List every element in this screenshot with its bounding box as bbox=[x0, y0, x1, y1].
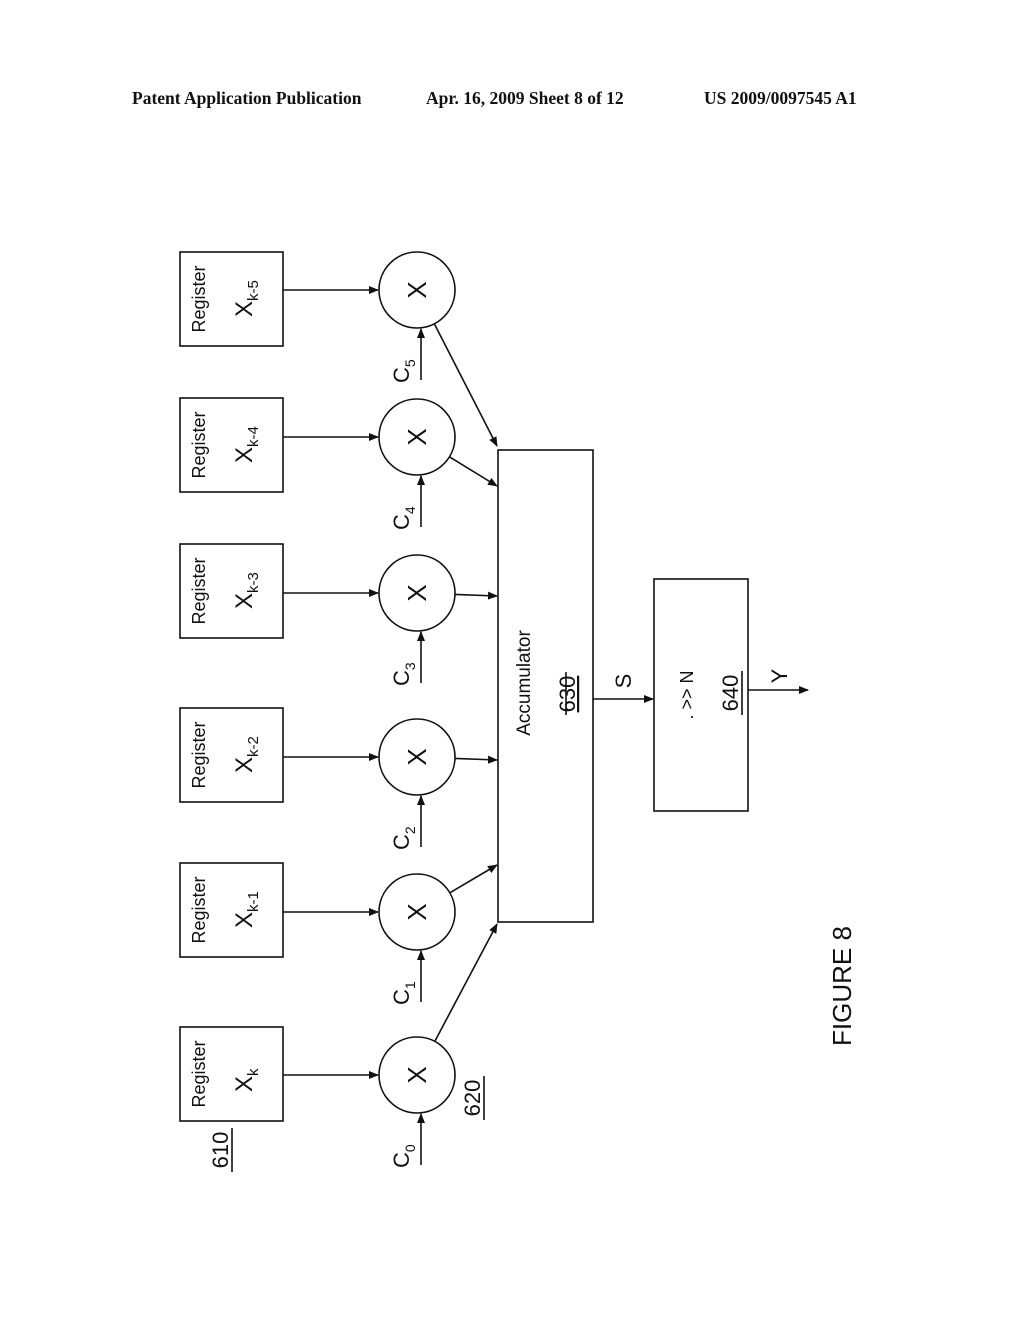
multiplier-symbol: X bbox=[402, 903, 432, 920]
tap-stage: Register Xk-3XC3 bbox=[179, 543, 498, 686]
tap-stage: Register Xk XC0 bbox=[179, 923, 498, 1168]
register-label: Register bbox=[189, 1040, 209, 1107]
tap-stage: Register Xk-2XC2 bbox=[179, 707, 498, 850]
multiplier-to-accumulator-arrow bbox=[449, 864, 498, 894]
fir-filter-diagram: Register Xk XC0Register Xk-1XC1Register Xk-2… bbox=[179, 251, 857, 1172]
shifter-label: . >> N bbox=[677, 670, 697, 719]
register-label: Register bbox=[189, 411, 209, 478]
multiplier-ref: 620 bbox=[460, 1080, 485, 1117]
register-ref: 610 bbox=[208, 1132, 233, 1169]
multiplier-symbol: X bbox=[402, 281, 432, 298]
register-label: Register bbox=[189, 265, 209, 332]
coefficient-label: C2 bbox=[389, 826, 418, 850]
output-signal-label: Y bbox=[767, 668, 792, 683]
coefficient-label: C4 bbox=[389, 506, 418, 530]
shifter-ref: 640 bbox=[718, 675, 743, 712]
figure-caption: FIGURE 8 bbox=[827, 926, 857, 1046]
multiplier-to-accumulator-arrow bbox=[454, 591, 498, 600]
multiplier-to-accumulator-arrow bbox=[454, 755, 498, 764]
multiplier-symbol: X bbox=[402, 584, 432, 601]
multiplier-symbol: X bbox=[402, 1066, 432, 1083]
accumulator-label: Accumulator bbox=[514, 630, 535, 736]
sum-signal-label: S bbox=[611, 674, 636, 689]
multiplier-to-accumulator-arrow bbox=[448, 456, 498, 487]
register-label: Register bbox=[189, 721, 209, 788]
tap-stage: Register Xk-1XC1 bbox=[179, 862, 498, 1005]
coefficient-label: C1 bbox=[389, 981, 418, 1005]
multiplier-symbol: X bbox=[402, 428, 432, 445]
multiplier-symbol: X bbox=[402, 748, 432, 765]
coefficient-label: C5 bbox=[389, 359, 418, 383]
register-label: Register bbox=[189, 876, 209, 943]
accumulator-ref: 630 bbox=[555, 676, 580, 713]
multiplier-to-accumulator-arrow bbox=[434, 923, 498, 1042]
coefficient-label: C3 bbox=[389, 662, 418, 686]
register-label: Register bbox=[189, 557, 209, 624]
tap-stage: Register Xk-4 XC4 bbox=[179, 397, 498, 530]
coefficient-label: C0 bbox=[389, 1144, 418, 1168]
